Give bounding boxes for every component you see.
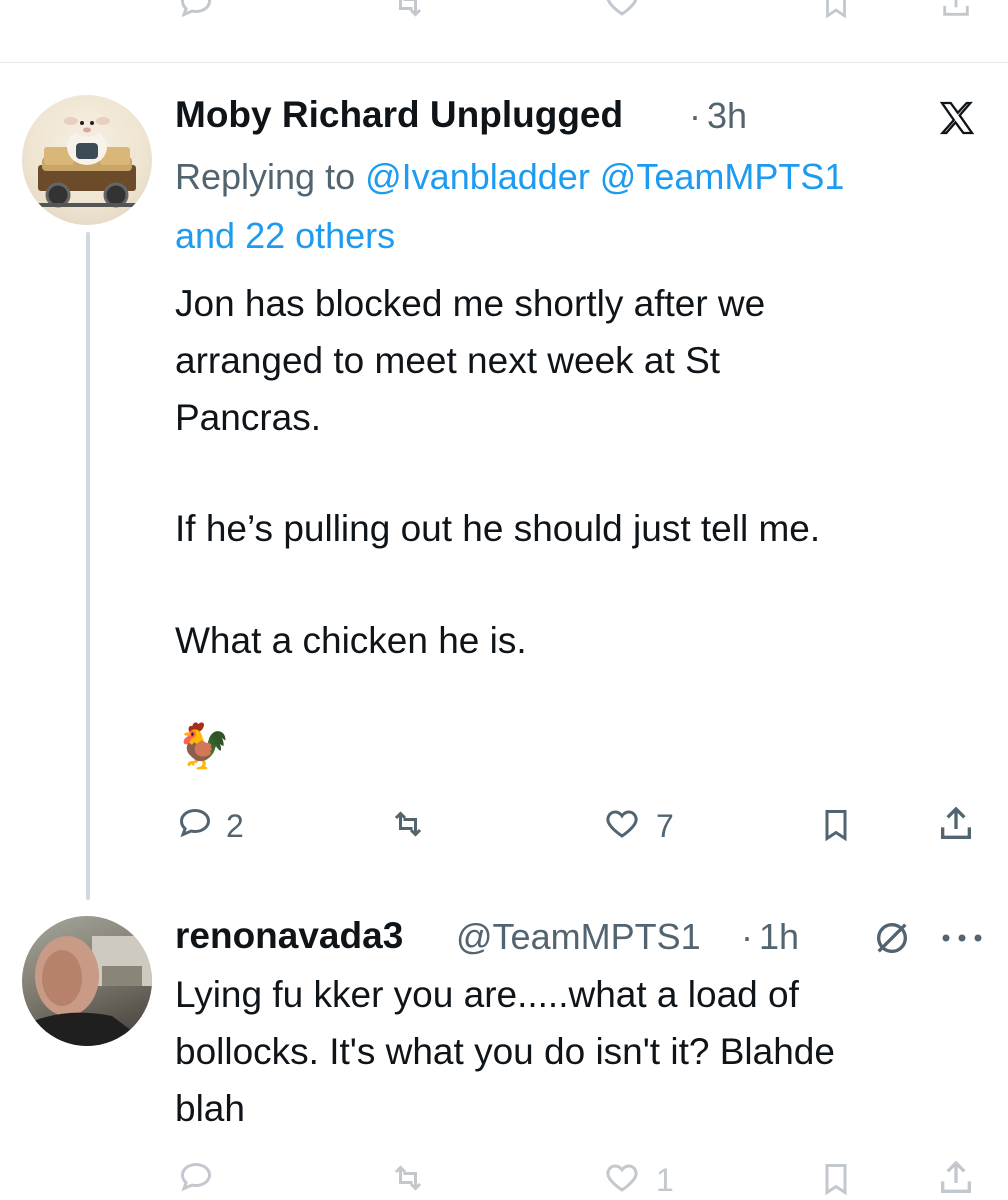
tweet-text-line: Jon has blocked me shortly after we: [175, 283, 766, 324]
like-icon[interactable]: [600, 1160, 644, 1196]
tweet-text-paragraph: If he’s pulling out he should just tell …: [175, 508, 821, 549]
like-count: 7: [656, 808, 674, 844]
tweet-text-line: Lying fu kker you are.....what a load of: [175, 974, 799, 1015]
tweet-text-line: bollocks. It's what you do isn't it? Bla…: [175, 1031, 835, 1072]
reply-icon[interactable]: [176, 0, 216, 22]
bookmark-icon[interactable]: [818, 1160, 854, 1198]
reply-icon[interactable]: [175, 806, 215, 842]
tweet-text-line: Pancras.: [175, 397, 322, 438]
divider: [0, 62, 1008, 63]
reply-count: 2: [226, 808, 244, 844]
avatar[interactable]: [22, 95, 152, 225]
replying-to: Replying to @Ivanbladder @TeamMPTS1: [175, 156, 844, 198]
share-icon[interactable]: [936, 0, 976, 20]
handle[interactable]: @TeamMPTS1: [456, 916, 701, 958]
like-icon[interactable]: [600, 806, 644, 842]
retweet-icon[interactable]: [386, 0, 430, 22]
reply-icon[interactable]: [176, 1160, 216, 1196]
retweet-icon[interactable]: [386, 1160, 430, 1196]
share-icon[interactable]: [936, 1158, 976, 1198]
tweet-text-paragraph: What a chicken he is.: [175, 620, 527, 661]
more-options-icon[interactable]: [940, 932, 984, 944]
like-icon[interactable]: [600, 0, 644, 20]
profile-photo: [22, 936, 152, 1046]
others-link[interactable]: and 22 others: [175, 215, 395, 257]
thread-line: [86, 232, 90, 900]
display-name[interactable]: Moby Richard Unplugged: [175, 94, 623, 136]
x-logo-icon[interactable]: [935, 98, 979, 138]
tweet-text-line: arranged to meet next week at St: [175, 340, 721, 381]
grok-icon[interactable]: [872, 918, 912, 958]
display-name[interactable]: renonavada3: [175, 915, 403, 957]
mentions-link[interactable]: @Ivanbladder @TeamMPTS1: [365, 156, 844, 197]
avatar[interactable]: [22, 916, 152, 1046]
bookmark-icon[interactable]: [818, 806, 854, 844]
post-time[interactable]: 3h: [707, 95, 747, 137]
post-separator: ·: [741, 916, 753, 957]
share-icon[interactable]: [936, 804, 976, 844]
post-time[interactable]: 1h: [759, 916, 799, 958]
retweet-icon[interactable]: [386, 806, 430, 842]
bookmark-icon[interactable]: [818, 0, 854, 20]
tweet-text-line: blah: [175, 1088, 245, 1129]
post-separator: ·: [689, 95, 701, 136]
rooster-emoji: 🐓: [176, 722, 231, 771]
replying-label: Replying to: [175, 156, 356, 197]
like-count: 1: [656, 1162, 674, 1198]
sheep-on-cart-illustration: [36, 109, 138, 208]
